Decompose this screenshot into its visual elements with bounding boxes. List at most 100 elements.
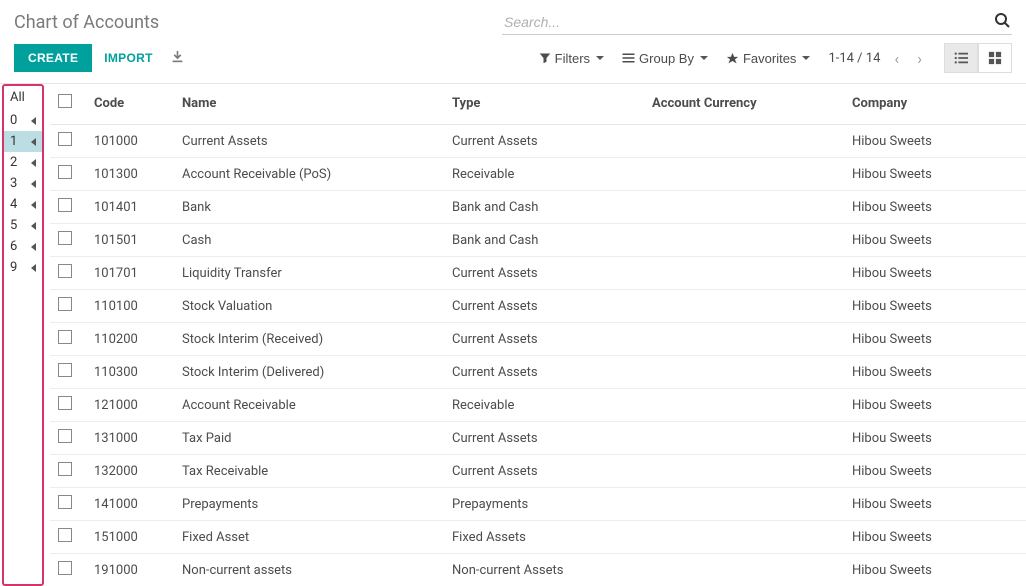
row-checkbox[interactable] xyxy=(58,462,72,476)
view-kanban-button[interactable] xyxy=(978,43,1012,73)
col-company[interactable]: Company xyxy=(844,84,1026,125)
caret-down-icon xyxy=(596,56,604,60)
col-code[interactable]: Code xyxy=(86,84,174,125)
table-row[interactable]: 191000Non-current assetsNon-current Asse… xyxy=(50,554,1026,586)
download-icon[interactable] xyxy=(171,50,184,67)
cell-currency xyxy=(644,290,844,323)
row-checkbox[interactable] xyxy=(58,330,72,344)
row-checkbox[interactable] xyxy=(58,396,72,410)
caret-left-icon xyxy=(31,201,36,209)
cell-type: Receivable xyxy=(444,158,644,191)
row-checkbox[interactable] xyxy=(58,165,72,179)
side-filter-item[interactable]: 1 xyxy=(4,131,42,152)
list-view-icon xyxy=(954,51,968,65)
side-filter-item[interactable]: 5 xyxy=(4,215,42,236)
table-row[interactable]: 131000Tax PaidCurrent AssetsHibou Sweets xyxy=(50,422,1026,455)
side-filter-item[interactable]: 3 xyxy=(4,173,42,194)
cell-type: Current Assets xyxy=(444,290,644,323)
side-filter-item[interactable]: 0 xyxy=(4,110,42,131)
col-currency[interactable]: Account Currency xyxy=(644,84,844,125)
cell-company: Hibou Sweets xyxy=(844,158,1026,191)
cell-code: 110100 xyxy=(86,290,174,323)
table-row[interactable]: 101401BankBank and CashHibou Sweets xyxy=(50,191,1026,224)
cell-code: 141000 xyxy=(86,488,174,521)
cell-type: Non-current Assets xyxy=(444,554,644,586)
favorites-button[interactable]: Favorites xyxy=(726,51,810,66)
table-row[interactable]: 110200Stock Interim (Received)Current As… xyxy=(50,323,1026,356)
cell-name: Account Receivable (PoS) xyxy=(174,158,444,191)
cell-currency xyxy=(644,224,844,257)
row-checkbox[interactable] xyxy=(58,561,72,575)
cell-company: Hibou Sweets xyxy=(844,125,1026,158)
cell-company: Hibou Sweets xyxy=(844,224,1026,257)
side-filter-digit: 5 xyxy=(10,218,17,233)
cell-name: Current Assets xyxy=(174,125,444,158)
cell-type: Current Assets xyxy=(444,257,644,290)
row-checkbox[interactable] xyxy=(58,495,72,509)
row-checkbox[interactable] xyxy=(58,528,72,542)
cell-type: Current Assets xyxy=(444,356,644,389)
pager-next[interactable]: › xyxy=(913,49,926,68)
col-type[interactable]: Type xyxy=(444,84,644,125)
cell-type: Current Assets xyxy=(444,323,644,356)
side-filter-digit: 1 xyxy=(10,134,17,149)
side-filter-item[interactable]: 2 xyxy=(4,152,42,173)
cell-company: Hibou Sweets xyxy=(844,257,1026,290)
cell-currency xyxy=(644,125,844,158)
cell-code: 101300 xyxy=(86,158,174,191)
cell-code: 110200 xyxy=(86,323,174,356)
col-name[interactable]: Name xyxy=(174,84,444,125)
caret-left-icon xyxy=(31,159,36,167)
row-checkbox[interactable] xyxy=(58,297,72,311)
row-checkbox[interactable] xyxy=(58,231,72,245)
cell-code: 110300 xyxy=(86,356,174,389)
row-checkbox[interactable] xyxy=(58,429,72,443)
cell-name: Stock Valuation xyxy=(174,290,444,323)
cell-currency xyxy=(644,323,844,356)
row-checkbox[interactable] xyxy=(58,363,72,377)
cell-company: Hibou Sweets xyxy=(844,455,1026,488)
cell-company: Hibou Sweets xyxy=(844,191,1026,224)
table-row[interactable]: 151000Fixed AssetFixed AssetsHibou Sweet… xyxy=(50,521,1026,554)
row-checkbox[interactable] xyxy=(58,198,72,212)
table-row[interactable]: 141000PrepaymentsPrepaymentsHibou Sweets xyxy=(50,488,1026,521)
import-button[interactable]: IMPORT xyxy=(104,51,152,65)
table-row[interactable]: 110300Stock Interim (Delivered)Current A… xyxy=(50,356,1026,389)
table-row[interactable]: 101000Current AssetsCurrent AssetsHibou … xyxy=(50,125,1026,158)
cell-currency xyxy=(644,521,844,554)
cell-type: Bank and Cash xyxy=(444,224,644,257)
side-filter-item[interactable]: 4 xyxy=(4,194,42,215)
table-row[interactable]: 101701Liquidity TransferCurrent AssetsHi… xyxy=(50,257,1026,290)
side-filter-item[interactable]: 9 xyxy=(4,257,42,278)
create-button[interactable]: CREATE xyxy=(14,44,92,72)
table-row[interactable]: 101300Account Receivable (PoS)Receivable… xyxy=(50,158,1026,191)
view-list-button[interactable] xyxy=(944,43,978,73)
select-all-checkbox[interactable] xyxy=(58,94,72,108)
filters-button[interactable]: Filters xyxy=(539,51,604,66)
caret-left-icon xyxy=(31,117,36,125)
side-filter-item[interactable]: 6 xyxy=(4,236,42,257)
side-filter-digit: 2 xyxy=(10,155,17,170)
cell-type: Current Assets xyxy=(444,455,644,488)
search-input[interactable] xyxy=(502,12,1012,35)
funnel-icon xyxy=(539,52,551,64)
cell-code: 121000 xyxy=(86,389,174,422)
pager-prev[interactable]: ‹ xyxy=(890,49,903,68)
table-row[interactable]: 121000Account ReceivableReceivableHibou … xyxy=(50,389,1026,422)
table-row[interactable]: 101501CashBank and CashHibou Sweets xyxy=(50,224,1026,257)
caret-down-icon xyxy=(700,56,708,60)
group-by-label: Group By xyxy=(639,51,694,66)
search-icon[interactable] xyxy=(994,12,1010,32)
side-filter-all[interactable]: All xyxy=(4,86,42,110)
cell-company: Hibou Sweets xyxy=(844,554,1026,586)
cell-company: Hibou Sweets xyxy=(844,488,1026,521)
row-checkbox[interactable] xyxy=(58,264,72,278)
cell-currency xyxy=(644,389,844,422)
group-by-button[interactable]: Group By xyxy=(622,51,708,66)
cell-currency xyxy=(644,554,844,586)
cell-code: 101501 xyxy=(86,224,174,257)
table-row[interactable]: 110100Stock ValuationCurrent AssetsHibou… xyxy=(50,290,1026,323)
row-checkbox[interactable] xyxy=(58,132,72,146)
table-row[interactable]: 132000Tax ReceivableCurrent AssetsHibou … xyxy=(50,455,1026,488)
cell-name: Stock Interim (Delivered) xyxy=(174,356,444,389)
